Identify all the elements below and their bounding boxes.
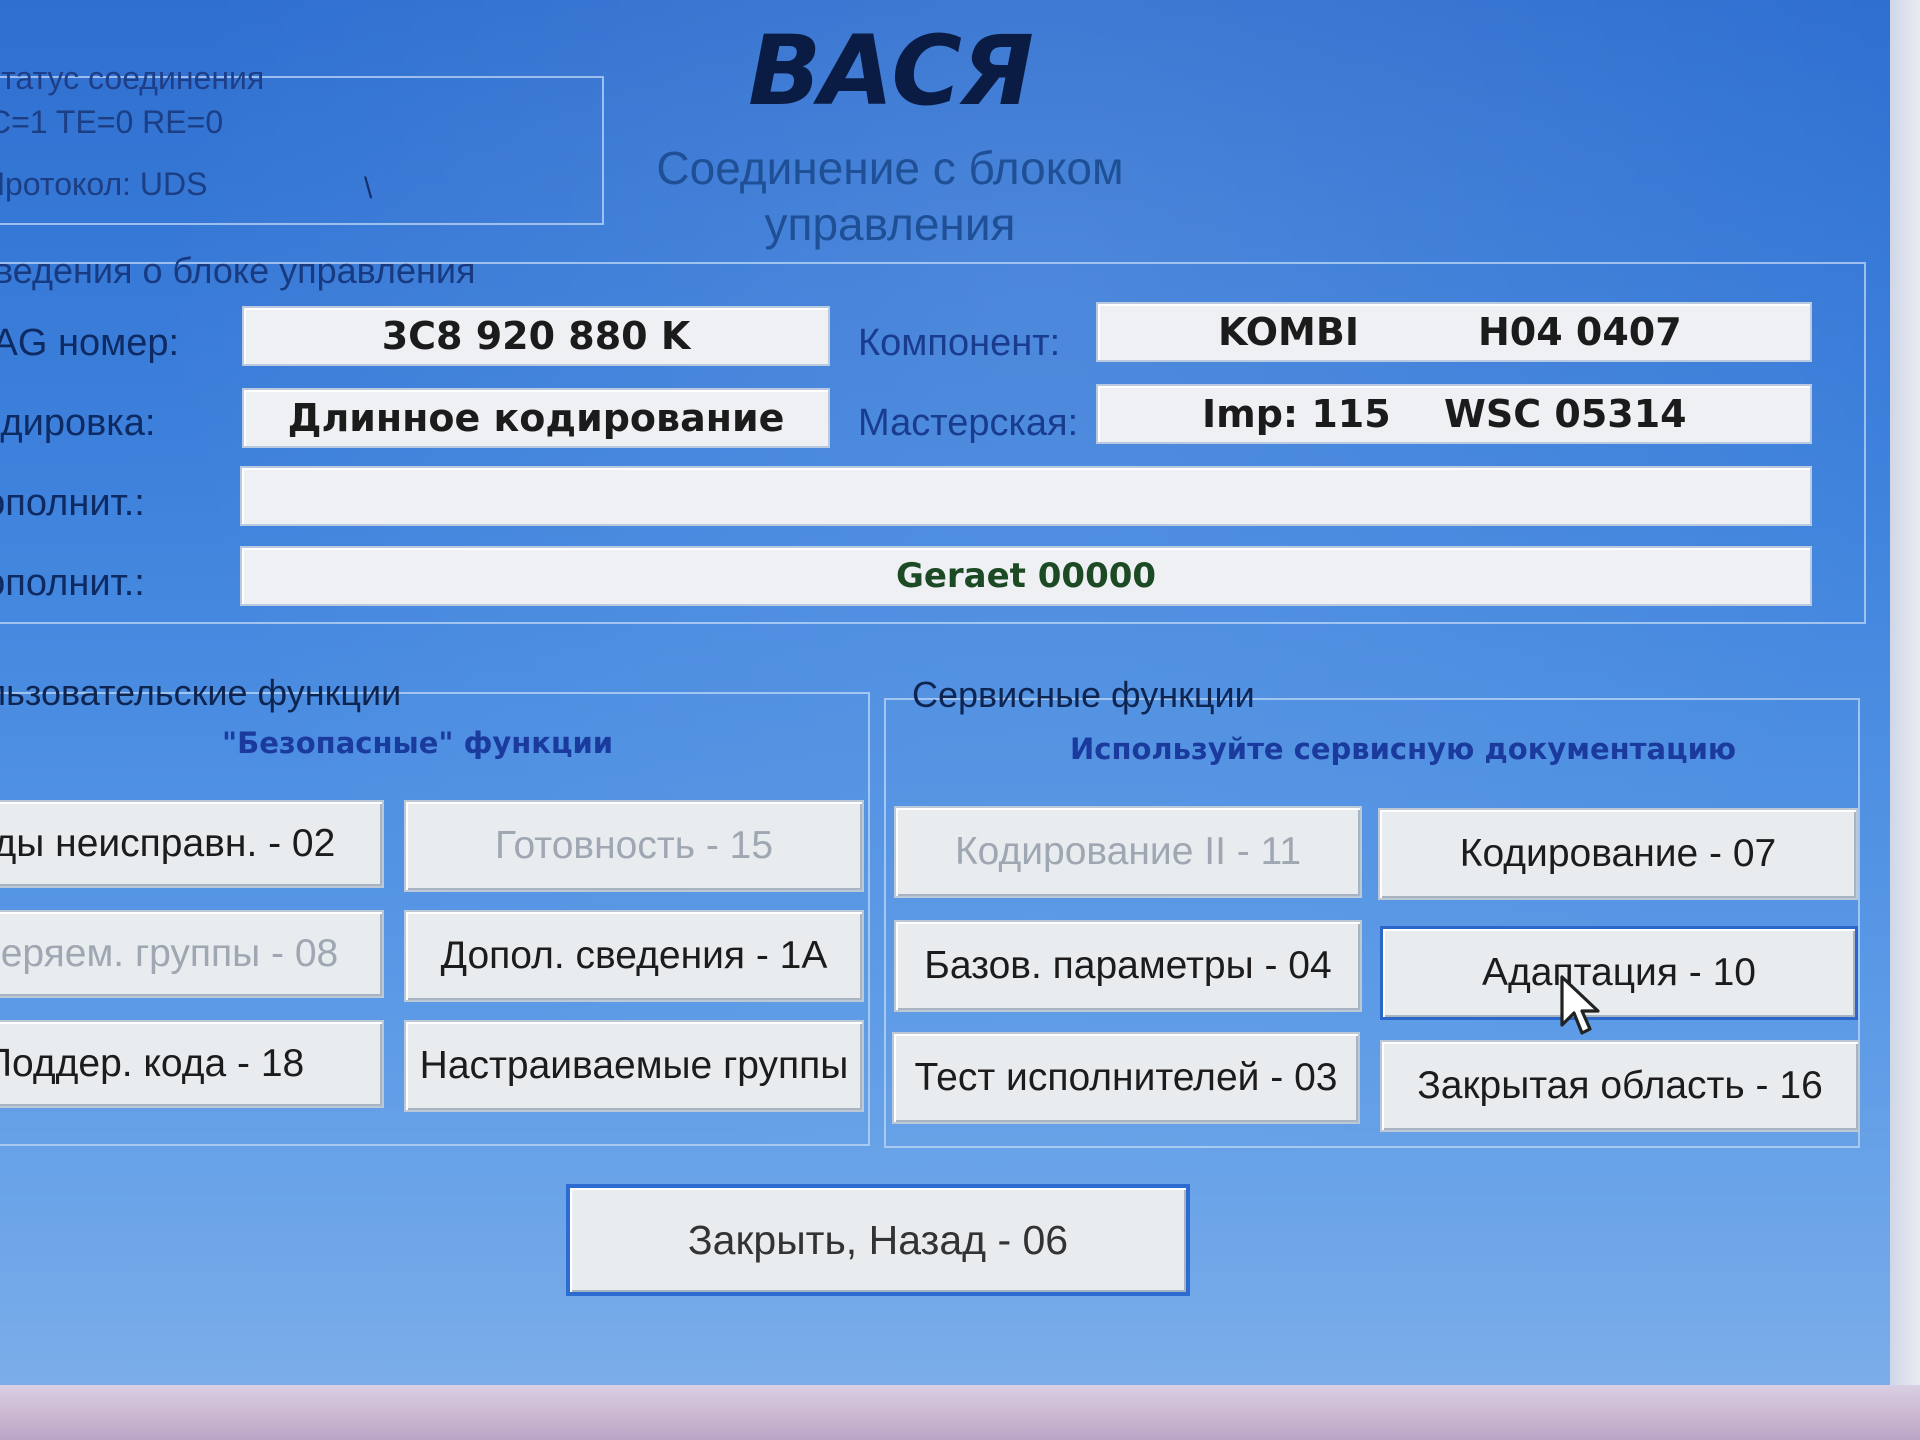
user-functions-note: "Безопасные" функции xyxy=(222,726,614,760)
coding-label: Кодировка: xyxy=(0,402,156,444)
workshop-wsc: WSC 05314 xyxy=(1444,392,1687,436)
component-name: KOMBI xyxy=(1218,310,1359,354)
service-functions-title: Сервисные функции xyxy=(912,674,1255,715)
coding-field: Длинное кодирование xyxy=(242,388,830,448)
connection-status-title: Статус соединения xyxy=(0,60,265,96)
activity-indicator: \ xyxy=(364,172,373,205)
workshop-label: Мастерская: xyxy=(858,402,1079,444)
extra-info-button[interactable]: Допол. сведения - 1А xyxy=(404,910,864,1002)
app-title: ВАСЯ xyxy=(748,15,1034,127)
workshop-field: Imp: 115 WSC 05314 xyxy=(1096,384,1812,444)
mouse-pointer-icon xyxy=(1560,975,1600,1035)
extra1-label: Дополнит.: xyxy=(0,482,145,524)
monitor-bezel-bottom xyxy=(0,1385,1920,1440)
component-label: Компонент: xyxy=(858,322,1061,364)
vag-number-field: 3C8 920 880 K xyxy=(242,306,830,366)
monitor-bezel-right xyxy=(1890,0,1920,1440)
code-support-button[interactable]: Поддер. кода - 18 xyxy=(0,1020,384,1108)
close-back-button[interactable]: Закрыть, Назад - 06 xyxy=(566,1184,1190,1296)
custom-groups-button[interactable]: Настраиваемые группы xyxy=(404,1020,864,1112)
extra2-field: Geraet 00000 xyxy=(240,546,1812,606)
coding-button[interactable]: Кодирование - 07 xyxy=(1378,808,1858,900)
workshop-imp: Imp: 115 xyxy=(1202,392,1391,436)
window-subtitle: Соединение с блоком управления xyxy=(620,140,1160,252)
subtitle-line-1: Соединение с блоком xyxy=(656,142,1124,194)
component-field: KOMBI H04 0407 xyxy=(1096,302,1812,362)
basic-settings-button[interactable]: Базов. параметры - 04 xyxy=(894,920,1362,1012)
coding-value: Длинное кодирование xyxy=(287,396,785,440)
extra1-field xyxy=(240,466,1812,526)
measuring-groups-button[interactable]: Измеряем. группы - 08 xyxy=(0,910,384,998)
service-functions-note: Используйте сервисную документацию xyxy=(1070,732,1737,766)
vag-number-value: 3C8 920 880 K xyxy=(381,314,691,358)
connection-counters: C=1 TE=0 RE=0 xyxy=(0,104,224,140)
readiness-button[interactable]: Готовность - 15 xyxy=(404,800,864,892)
subtitle-line-2: управления xyxy=(764,198,1016,250)
fault-codes-button[interactable]: Коды неисправн. - 02 xyxy=(0,800,384,888)
user-functions-title: Пользовательские функции xyxy=(0,672,402,713)
extra2-value: Geraet 00000 xyxy=(895,556,1157,596)
extra2-label: Дополнит.: xyxy=(0,562,145,604)
coding-ii-button[interactable]: Кодирование II - 11 xyxy=(894,806,1362,898)
vag-number-label: VAG номер: xyxy=(0,322,180,364)
control-unit-info-title: Сведения о блоке управления xyxy=(0,250,476,291)
security-access-button[interactable]: Закрытая область - 16 xyxy=(1380,1040,1860,1132)
protocol-label: Протокол: UDS xyxy=(0,166,208,202)
component-version: H04 0407 xyxy=(1478,310,1682,354)
adaptation-button[interactable]: Адаптация - 10 xyxy=(1380,926,1858,1020)
actuator-test-button[interactable]: Тест исполнителей - 03 xyxy=(892,1032,1360,1124)
